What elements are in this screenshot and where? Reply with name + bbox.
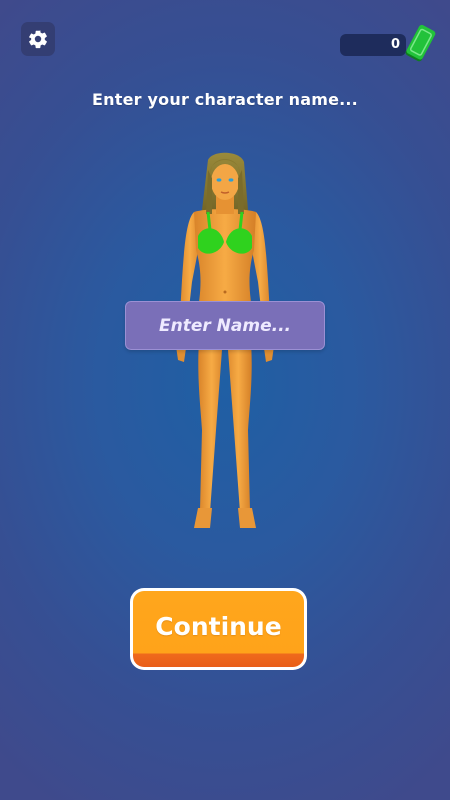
currency-amount: 0 (390, 37, 400, 52)
cash-icon (405, 24, 436, 62)
currency-counter: 0 (340, 34, 406, 56)
name-input[interactable]: Enter Name... (125, 301, 325, 350)
continue-button[interactable]: Continue (130, 588, 307, 670)
continue-label: Continue (155, 611, 282, 641)
settings-button[interactable] (21, 22, 55, 56)
continue-button-face: Continue (133, 591, 304, 667)
gear-icon (29, 30, 47, 49)
page-title: Enter your character name... (92, 90, 358, 109)
name-input-placeholder: Enter Name... (159, 315, 291, 336)
